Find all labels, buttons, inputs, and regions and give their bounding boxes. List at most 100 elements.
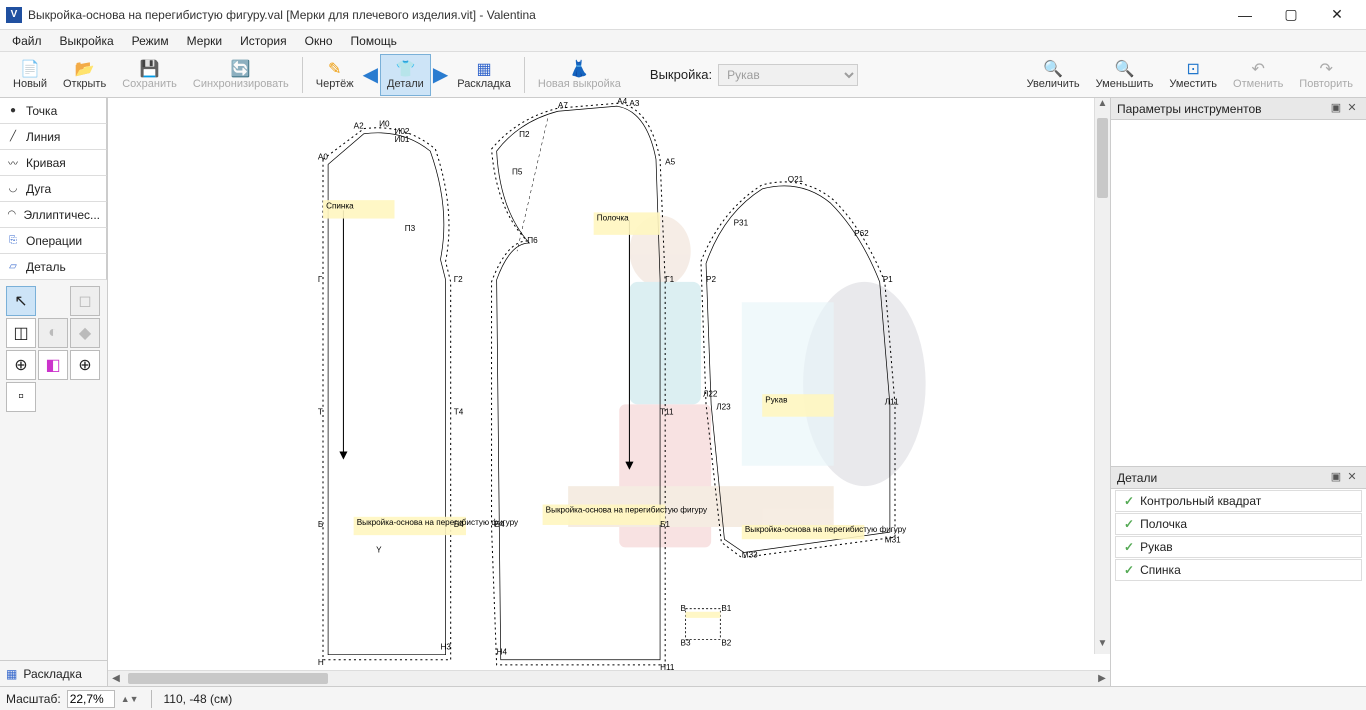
operations-icon: ⎘ — [6, 235, 20, 246]
undock-icon[interactable]: ▣ — [1328, 101, 1344, 117]
pattern-select[interactable]: Рукав — [718, 64, 858, 86]
scale-label: Масштаб: — [6, 692, 61, 706]
tool-5[interactable]: ◆ — [70, 318, 100, 348]
close-panel-icon[interactable]: ✕ — [1344, 470, 1360, 486]
close-button[interactable]: ✕ — [1314, 0, 1360, 30]
svg-text:Полочка: Полочка — [597, 214, 629, 223]
svg-text:А5: А5 — [665, 157, 675, 166]
detail-list-item[interactable]: ✓Контрольный квадрат — [1115, 490, 1362, 512]
window-controls: — ▢ ✕ — [1222, 0, 1360, 30]
scale-input[interactable] — [67, 690, 115, 708]
zoom-fit-icon: ⊡ — [1187, 60, 1200, 78]
tab-detail[interactable]: ▱Деталь — [0, 254, 107, 280]
drawing-canvas[interactable]: Спинка Выкройка-основа на перегибистую ф… — [108, 98, 1110, 670]
menu-file[interactable]: Файл — [4, 32, 50, 50]
tab-point[interactable]: ●Точка — [0, 98, 107, 124]
svg-text:Н4: Н4 — [497, 648, 508, 657]
layout-icon: ▦ — [6, 667, 17, 681]
tool-2[interactable]: ◻ — [70, 286, 100, 316]
tab-curve[interactable]: 〰Кривая — [0, 150, 107, 176]
tool-7[interactable]: ◧ — [38, 350, 68, 380]
sync-button[interactable]: 🔄Синхронизировать — [186, 54, 296, 96]
maximize-button[interactable]: ▢ — [1268, 0, 1314, 30]
new-button[interactable]: 📄Новый — [6, 54, 54, 96]
svg-text:М31: М31 — [885, 535, 901, 544]
svg-text:Б4: Б4 — [495, 520, 505, 529]
tab-elliptical[interactable]: ◠Эллиптичес... — [0, 202, 107, 228]
svg-text:Н3: Н3 — [440, 643, 451, 652]
zoom-fit-button[interactable]: ⊡Уместить — [1162, 54, 1224, 96]
point-icon: ● — [6, 105, 20, 116]
params-panel-header: Параметры инструментов ▣ ✕ — [1111, 98, 1366, 120]
menu-pattern[interactable]: Выкройка — [52, 32, 122, 50]
svg-text:П6: П6 — [527, 236, 538, 245]
tool-9[interactable]: ▫ — [6, 382, 36, 412]
left-bottom-tab[interactable]: ▦Раскладка — [0, 660, 107, 686]
detail-icon: ▱ — [6, 261, 20, 272]
svg-text:Б4: Б4 — [454, 520, 464, 529]
close-panel-icon[interactable]: ✕ — [1344, 101, 1360, 117]
menu-bar: Файл Выкройка Режим Мерки История Окно П… — [0, 30, 1366, 52]
pencil-icon: ✎ — [328, 60, 341, 78]
details-mode-button[interactable]: 👕Детали — [380, 54, 431, 96]
scroll-up-icon[interactable]: ▲ — [1095, 98, 1110, 114]
layout-mode-button[interactable]: ▦Раскладка — [450, 54, 518, 96]
scroll-thumb[interactable] — [128, 673, 328, 684]
open-button[interactable]: 📂Открыть — [56, 54, 113, 96]
zoom-out-button[interactable]: 🔍Уменьшить — [1089, 54, 1161, 96]
tool-4[interactable]: ◐ — [38, 318, 68, 348]
scroll-right-icon[interactable]: ▶ — [1094, 671, 1110, 686]
menu-window[interactable]: Окно — [297, 32, 341, 50]
curve-icon: 〰 — [6, 155, 20, 170]
svg-text:Т11: Т11 — [660, 408, 674, 417]
svg-text:Р62: Р62 — [854, 229, 869, 238]
svg-text:И01: И01 — [395, 135, 410, 144]
svg-text:А4: А4 — [617, 98, 627, 106]
vertical-scrollbar[interactable]: ▲ ▼ — [1094, 98, 1110, 654]
tool-3[interactable]: ◫ — [6, 318, 36, 348]
undo-button[interactable]: ↶Отменить — [1226, 54, 1290, 96]
grid-icon: ▦ — [476, 60, 491, 78]
detail-list-item[interactable]: ✓Полочка — [1115, 513, 1362, 535]
cursor-icon: ↖ — [14, 291, 27, 311]
scroll-thumb[interactable] — [1097, 118, 1108, 198]
toolbar-separator — [524, 57, 525, 93]
tab-line[interactable]: ╱Линия — [0, 124, 107, 150]
horizontal-scrollbar[interactable]: ◀ ▶ — [108, 670, 1110, 686]
scroll-left-icon[interactable]: ◀ — [108, 671, 124, 686]
tool-palette: ↖ ◻ ◫ ◐ ◆ ⊕ ◧ ⊕ ▫ — [0, 280, 107, 418]
menu-measures[interactable]: Мерки — [179, 32, 230, 50]
svg-text:Н11: Н11 — [660, 663, 675, 670]
detail-list-item[interactable]: ✓Спинка — [1115, 559, 1362, 581]
pointer-tool[interactable]: ↖ — [6, 286, 36, 316]
new-pattern-button[interactable]: 👗Новая выкройка — [531, 54, 628, 96]
svg-text:В3: В3 — [681, 638, 691, 647]
tab-operations[interactable]: ⎘Операции — [0, 228, 107, 254]
minimize-button[interactable]: — — [1222, 0, 1268, 30]
svg-text:Y: Y — [376, 546, 382, 555]
scroll-down-icon[interactable]: ▼ — [1095, 638, 1110, 654]
menu-history[interactable]: История — [232, 32, 295, 50]
menu-help[interactable]: Помощь — [343, 32, 405, 50]
undock-icon[interactable]: ▣ — [1328, 470, 1344, 486]
tab-arc[interactable]: ◡Дуга — [0, 176, 107, 202]
zoom-in-button[interactable]: 🔍Увеличить — [1020, 54, 1087, 96]
svg-text:Р2: Р2 — [706, 275, 716, 284]
save-button[interactable]: 💾Сохранить — [115, 54, 184, 96]
menu-mode[interactable]: Режим — [124, 32, 177, 50]
scale-stepper-icon[interactable]: ▲▼ — [121, 694, 139, 704]
check-icon: ✓ — [1124, 494, 1134, 508]
svg-text:М33: М33 — [742, 551, 758, 560]
params-panel-body — [1111, 120, 1366, 466]
draft-mode-button[interactable]: ✎Чертёж — [309, 54, 361, 96]
svg-text:Г2: Г2 — [454, 275, 463, 284]
tool-8[interactable]: ⊕ — [70, 350, 100, 380]
window-title: Выкройка-основа на перегибистую фигуру.v… — [28, 8, 1222, 22]
tool-6[interactable]: ⊕ — [6, 350, 36, 380]
svg-text:В1: В1 — [721, 604, 731, 613]
redo-button[interactable]: ↷Повторить — [1292, 54, 1360, 96]
svg-text:Т: Т — [318, 408, 323, 417]
svg-text:Т4: Т4 — [454, 408, 464, 417]
arc-icon: ◡ — [6, 183, 20, 194]
detail-list-item[interactable]: ✓Рукав — [1115, 536, 1362, 558]
